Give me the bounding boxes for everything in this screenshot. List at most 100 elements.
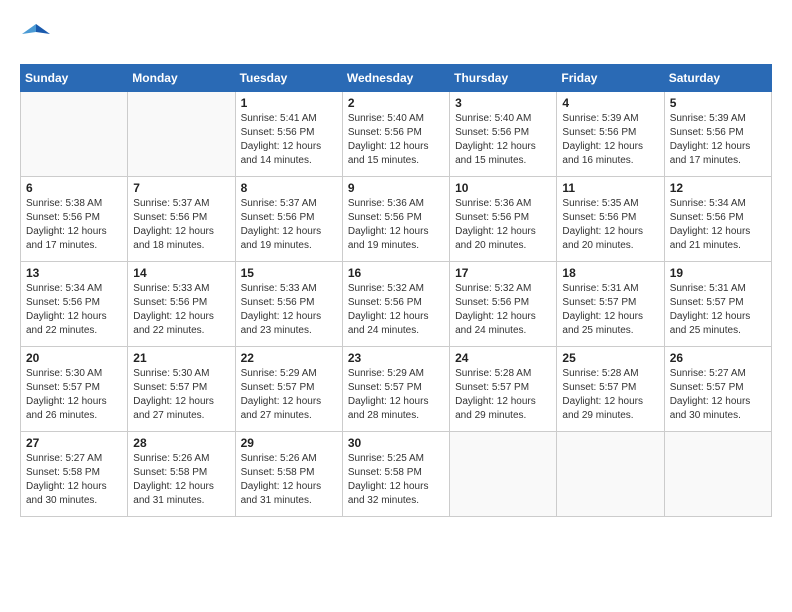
day-number: 8 (241, 181, 337, 195)
day-number: 14 (133, 266, 229, 280)
day-number: 12 (670, 181, 766, 195)
calendar-cell: 23 Sunrise: 5:29 AM Sunset: 5:57 PM Dayli… (342, 347, 449, 432)
day-info: Sunrise: 5:27 AM Sunset: 5:58 PM Dayligh… (26, 452, 122, 508)
day-info: Sunrise: 5:37 AM Sunset: 5:56 PM Dayligh… (241, 197, 337, 253)
calendar-week-row: 1 Sunrise: 5:41 AM Sunset: 5:56 PM Daylig… (21, 92, 772, 177)
calendar-week-row: 20 Sunrise: 5:30 AM Sunset: 5:57 PM Dayli… (21, 347, 772, 432)
day-info: Sunrise: 5:40 AM Sunset: 5:56 PM Dayligh… (455, 112, 551, 168)
day-info: Sunrise: 5:39 AM Sunset: 5:56 PM Dayligh… (670, 112, 766, 168)
day-number: 27 (26, 436, 122, 450)
calendar-cell: 7 Sunrise: 5:37 AM Sunset: 5:56 PM Daylig… (128, 177, 235, 262)
calendar-week-row: 13Sunrise: 5:34 AM Sunset: 5:56 PM Dayli… (21, 262, 772, 347)
day-number: 28 (133, 436, 229, 450)
day-number: 19 (670, 266, 766, 280)
calendar-cell: 6 Sunrise: 5:38 AM Sunset: 5:56 PM Daylig… (21, 177, 128, 262)
day-info: Sunrise: 5:30 AM Sunset: 5:57 PM Dayligh… (133, 367, 229, 423)
day-number: 17 (455, 266, 551, 280)
calendar-cell: 5 Sunrise: 5:39 AM Sunset: 5:56 PM Daylig… (664, 92, 771, 177)
calendar-cell: 18 Sunrise: 5:31 AM Sunset: 5:57 PM Dayli… (557, 262, 664, 347)
calendar-cell: 3 Sunrise: 5:40 AM Sunset: 5:56 PM Daylig… (450, 92, 557, 177)
calendar-cell: 25 Sunrise: 5:28 AM Sunset: 5:57 PM Dayli… (557, 347, 664, 432)
calendar-cell: 8 Sunrise: 5:37 AM Sunset: 5:56 PM Daylig… (235, 177, 342, 262)
calendar-cell: 17 Sunrise: 5:32 AM Sunset: 5:56 PM Dayli… (450, 262, 557, 347)
calendar-cell: 4Sunrise: 5:39 AM Sunset: 5:56 PM Daylig… (557, 92, 664, 177)
day-number: 25 (562, 351, 658, 365)
calendar-cell (128, 92, 235, 177)
day-number: 24 (455, 351, 551, 365)
calendar-cell (21, 92, 128, 177)
day-info: Sunrise: 5:26 AM Sunset: 5:58 PM Dayligh… (241, 452, 337, 508)
calendar-cell (450, 432, 557, 517)
calendar-cell: 12 Sunrise: 5:34 AM Sunset: 5:56 PM Dayli… (664, 177, 771, 262)
day-number: 23 (348, 351, 444, 365)
weekday-header-wednesday: Wednesday (342, 65, 449, 92)
calendar-cell: 9 Sunrise: 5:36 AM Sunset: 5:56 PM Daylig… (342, 177, 449, 262)
day-number: 16 (348, 266, 444, 280)
weekday-header-thursday: Thursday (450, 65, 557, 92)
weekday-header-friday: Friday (557, 65, 664, 92)
calendar-cell: 19 Sunrise: 5:31 AM Sunset: 5:57 PM Dayli… (664, 262, 771, 347)
weekday-header-row: SundayMondayTuesdayWednesdayThursdayFrid… (21, 65, 772, 92)
day-info: Sunrise: 5:26 AM Sunset: 5:58 PM Dayligh… (133, 452, 229, 508)
day-info: Sunrise: 5:27 AM Sunset: 5:57 PM Dayligh… (670, 367, 766, 423)
logo (20, 20, 50, 48)
day-info: Sunrise: 5:40 AM Sunset: 5:56 PM Dayligh… (348, 112, 444, 168)
calendar-cell: 27 Sunrise: 5:27 AM Sunset: 5:58 PM Dayli… (21, 432, 128, 517)
calendar-cell: 2Sunrise: 5:40 AM Sunset: 5:56 PM Daylig… (342, 92, 449, 177)
day-info: Sunrise: 5:32 AM Sunset: 5:56 PM Dayligh… (455, 282, 551, 338)
day-info: Sunrise: 5:34 AM Sunset: 5:56 PM Dayligh… (670, 197, 766, 253)
calendar-cell: 15 Sunrise: 5:33 AM Sunset: 5:56 PM Dayli… (235, 262, 342, 347)
day-info: Sunrise: 5:38 AM Sunset: 5:56 PM Dayligh… (26, 197, 122, 253)
calendar-cell: 20 Sunrise: 5:30 AM Sunset: 5:57 PM Dayli… (21, 347, 128, 432)
day-info: Sunrise: 5:30 AM Sunset: 5:57 PM Dayligh… (26, 367, 122, 423)
day-number: 9 (348, 181, 444, 195)
day-number: 29 (241, 436, 337, 450)
weekday-header-sunday: Sunday (21, 65, 128, 92)
calendar-cell: 14 Sunrise: 5:33 AM Sunset: 5:56 PM Dayli… (128, 262, 235, 347)
day-info: Sunrise: 5:33 AM Sunset: 5:56 PM Dayligh… (133, 282, 229, 338)
day-number: 18 (562, 266, 658, 280)
calendar-table: SundayMondayTuesdayWednesdayThursdayFrid… (20, 64, 772, 517)
day-info: Sunrise: 5:25 AM Sunset: 5:58 PM Dayligh… (348, 452, 444, 508)
calendar-cell (664, 432, 771, 517)
day-number: 1 (241, 96, 337, 110)
day-number: 11 (562, 181, 658, 195)
calendar-cell: 1 Sunrise: 5:41 AM Sunset: 5:56 PM Daylig… (235, 92, 342, 177)
calendar-cell: 10Sunrise: 5:36 AM Sunset: 5:56 PM Dayli… (450, 177, 557, 262)
calendar-cell: 16 Sunrise: 5:32 AM Sunset: 5:56 PM Dayli… (342, 262, 449, 347)
calendar-cell: 30Sunrise: 5:25 AM Sunset: 5:58 PM Dayli… (342, 432, 449, 517)
day-number: 20 (26, 351, 122, 365)
day-number: 6 (26, 181, 122, 195)
logo-bird-icon (22, 20, 50, 48)
day-info: Sunrise: 5:41 AM Sunset: 5:56 PM Dayligh… (241, 112, 337, 168)
calendar-week-row: 6 Sunrise: 5:38 AM Sunset: 5:56 PM Daylig… (21, 177, 772, 262)
day-number: 21 (133, 351, 229, 365)
calendar-cell: 26Sunrise: 5:27 AM Sunset: 5:57 PM Dayli… (664, 347, 771, 432)
day-number: 5 (670, 96, 766, 110)
calendar-cell: 11Sunrise: 5:35 AM Sunset: 5:56 PM Dayli… (557, 177, 664, 262)
calendar-week-row: 27 Sunrise: 5:27 AM Sunset: 5:58 PM Dayli… (21, 432, 772, 517)
day-number: 3 (455, 96, 551, 110)
day-info: Sunrise: 5:36 AM Sunset: 5:56 PM Dayligh… (348, 197, 444, 253)
day-number: 15 (241, 266, 337, 280)
day-info: Sunrise: 5:33 AM Sunset: 5:56 PM Dayligh… (241, 282, 337, 338)
page-header (20, 20, 772, 48)
day-number: 22 (241, 351, 337, 365)
calendar-cell: 29 Sunrise: 5:26 AM Sunset: 5:58 PM Dayli… (235, 432, 342, 517)
day-info: Sunrise: 5:31 AM Sunset: 5:57 PM Dayligh… (562, 282, 658, 338)
day-number: 4 (562, 96, 658, 110)
day-info: Sunrise: 5:32 AM Sunset: 5:56 PM Dayligh… (348, 282, 444, 338)
day-info: Sunrise: 5:37 AM Sunset: 5:56 PM Dayligh… (133, 197, 229, 253)
day-number: 10 (455, 181, 551, 195)
day-info: Sunrise: 5:28 AM Sunset: 5:57 PM Dayligh… (455, 367, 551, 423)
day-info: Sunrise: 5:29 AM Sunset: 5:57 PM Dayligh… (348, 367, 444, 423)
calendar-cell: 21 Sunrise: 5:30 AM Sunset: 5:57 PM Dayli… (128, 347, 235, 432)
day-info: Sunrise: 5:28 AM Sunset: 5:57 PM Dayligh… (562, 367, 658, 423)
day-number: 7 (133, 181, 229, 195)
day-info: Sunrise: 5:31 AM Sunset: 5:57 PM Dayligh… (670, 282, 766, 338)
day-info: Sunrise: 5:29 AM Sunset: 5:57 PM Dayligh… (241, 367, 337, 423)
day-number: 13 (26, 266, 122, 280)
weekday-header-monday: Monday (128, 65, 235, 92)
calendar-cell: 13Sunrise: 5:34 AM Sunset: 5:56 PM Dayli… (21, 262, 128, 347)
calendar-cell: 22 Sunrise: 5:29 AM Sunset: 5:57 PM Dayli… (235, 347, 342, 432)
